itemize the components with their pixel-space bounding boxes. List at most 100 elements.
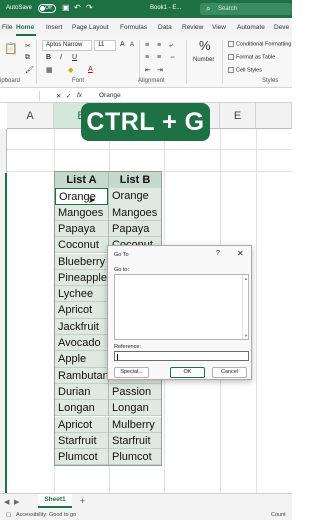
tab-insert[interactable]: Insert <box>46 24 62 31</box>
list-scrollbar[interactable]: ▲ ▼ <box>242 275 248 339</box>
list-b-cell[interactable]: Starfruit <box>108 432 161 450</box>
cut-icon[interactable]: ✂ <box>25 42 31 50</box>
tab-data[interactable]: Data <box>158 24 172 31</box>
cell-styles-button[interactable]: Cell Styles <box>228 67 262 73</box>
undo-icon[interactable]: ↶ <box>74 3 81 12</box>
merge-icon[interactable]: ⇔ <box>169 54 176 61</box>
align-top-icon[interactable]: ≡ <box>145 42 149 49</box>
list-a-cell[interactable]: Rambutan <box>55 368 108 384</box>
font-name-select[interactable]: Aptos Narrow <box>42 40 92 51</box>
align-center-icon[interactable]: ≡ <box>157 54 161 61</box>
list-b-cell[interactable]: Papaya <box>108 220 161 238</box>
list-a-cell[interactable]: Durian <box>55 384 108 400</box>
goto-list[interactable]: ▲ ▼ <box>114 274 249 340</box>
list-b-cell[interactable]: Mangoes <box>108 204 161 221</box>
list-a-cell[interactable]: Mangoes <box>55 205 108 221</box>
fill-color-icon[interactable]: ◆ <box>68 66 73 74</box>
tab-formulas[interactable]: Formulas <box>120 24 147 31</box>
align-left-icon[interactable]: ≡ <box>145 54 149 61</box>
search-input[interactable]: ⌕ Search <box>200 3 292 15</box>
row-headers[interactable] <box>0 129 7 493</box>
next-sheet-icon[interactable]: ▶ <box>14 498 19 506</box>
decrease-font-icon[interactable]: A <box>130 42 134 48</box>
list-a-cell[interactable]: Pineapple <box>55 270 108 286</box>
search-placeholder: Search <box>218 6 238 12</box>
tab-view[interactable]: View <box>212 24 226 31</box>
list-a-cell[interactable]: Apricot <box>55 417 108 433</box>
list-a-cell[interactable]: Papaya <box>55 221 108 237</box>
tab-developer[interactable]: Deve <box>274 24 289 31</box>
autosave-label: AutoSave <box>6 5 33 11</box>
font-size-select[interactable]: 11 <box>94 40 116 51</box>
help-icon[interactable]: ? <box>216 250 220 257</box>
name-box[interactable] <box>0 91 40 101</box>
list-b-cell[interactable]: Passion <box>108 383 161 401</box>
tab-automate[interactable]: Automate <box>237 24 265 31</box>
list-b-cell[interactable]: Mulberry <box>108 416 161 433</box>
underline-icon[interactable]: U <box>72 54 77 61</box>
list-a-cell[interactable]: Apricot <box>55 302 108 318</box>
list-a-cell[interactable]: Jackfruit <box>55 319 108 335</box>
tab-page-layout[interactable]: Page Layout <box>72 24 109 31</box>
confirm-entry-icon[interactable]: ✓ <box>66 92 71 100</box>
bold-icon[interactable]: B <box>46 54 51 61</box>
borders-icon[interactable]: ▦ <box>46 66 53 74</box>
font-color-icon[interactable]: A <box>88 66 93 73</box>
header-list-b[interactable]: List B <box>108 172 161 189</box>
paste-icon[interactable]: 📋 <box>4 42 18 55</box>
scroll-down-icon[interactable]: ▼ <box>244 333 248 338</box>
increase-font-icon[interactable]: A <box>120 41 125 48</box>
column-header-f[interactable] <box>256 103 292 129</box>
row-selection-marker <box>5 173 7 493</box>
list-a-cell[interactable]: Lychee <box>55 286 108 302</box>
list-b-cell[interactable]: Orange <box>108 188 161 205</box>
separator <box>36 40 37 84</box>
list-a-cell[interactable]: Longan <box>55 400 108 416</box>
wrap-text-icon[interactable]: ⤶ <box>169 42 173 50</box>
scroll-up-icon[interactable]: ▲ <box>244 276 248 281</box>
close-icon[interactable]: ✕ <box>237 249 244 258</box>
cancel-entry-icon[interactable]: ✕ <box>56 92 61 100</box>
list-a-cell[interactable]: Apple <box>55 351 108 367</box>
conditional-formatting-button[interactable]: Conditional Formatting <box>228 41 291 47</box>
tab-home[interactable]: Home <box>16 24 34 31</box>
format-painter-icon[interactable]: 🖌 <box>25 66 34 74</box>
format-as-table-button[interactable]: Format as Table <box>228 54 275 60</box>
column-header-a[interactable]: A <box>7 103 54 129</box>
list-a-cell[interactable]: Plumcot <box>55 449 108 465</box>
increase-indent-icon[interactable]: ⇥ <box>157 66 163 74</box>
cancel-button[interactable]: Cancel <box>212 367 247 378</box>
conditional-formatting-icon <box>228 41 234 47</box>
list-a-cell[interactable]: Starfruit <box>55 433 108 449</box>
column-header-e[interactable]: E <box>220 103 256 129</box>
italic-icon[interactable]: I <box>60 54 62 61</box>
tab-review[interactable]: Review <box>182 24 203 31</box>
save-icon[interactable]: ▣ <box>62 3 70 12</box>
insert-function-icon[interactable]: fx <box>77 92 82 99</box>
status-ready-icon: ▢ <box>6 512 12 518</box>
redo-icon[interactable]: ↷ <box>86 3 93 12</box>
separator <box>222 40 223 84</box>
decrease-indent-icon[interactable]: ⇤ <box>145 66 151 74</box>
formula-input[interactable]: Orange <box>99 92 121 99</box>
ok-button[interactable]: OK <box>170 367 205 378</box>
list-b-cell[interactable]: Plumcot <box>108 449 161 466</box>
list-a-cell[interactable]: Blueberry <box>55 254 108 270</box>
accessibility-status[interactable]: Accessibility: Good to go <box>16 512 76 518</box>
autosave-toggle[interactable]: Off <box>38 4 56 13</box>
special-button[interactable]: Special... <box>114 367 149 378</box>
percent-icon[interactable]: % <box>199 38 211 53</box>
list-a-cell[interactable]: Coconut <box>55 237 108 253</box>
reference-input[interactable] <box>114 351 249 361</box>
header-list-a[interactable]: List A <box>55 172 108 189</box>
prev-sheet-icon[interactable]: ◀ <box>4 498 9 506</box>
sheet-tab-sheet1[interactable]: Sheet1 <box>38 494 72 508</box>
list-a-cell[interactable]: Avocado <box>55 335 108 351</box>
add-sheet-button[interactable]: + <box>80 496 85 506</box>
align-middle-icon[interactable]: ≡ <box>157 42 161 49</box>
tab-file[interactable]: File <box>2 24 12 31</box>
number-format-label[interactable]: Number <box>193 57 214 63</box>
list-b-cell[interactable]: Longan <box>108 400 161 417</box>
list-a-cell[interactable]: Orange <box>55 188 108 205</box>
copy-icon[interactable]: ⧉ <box>25 54 30 62</box>
